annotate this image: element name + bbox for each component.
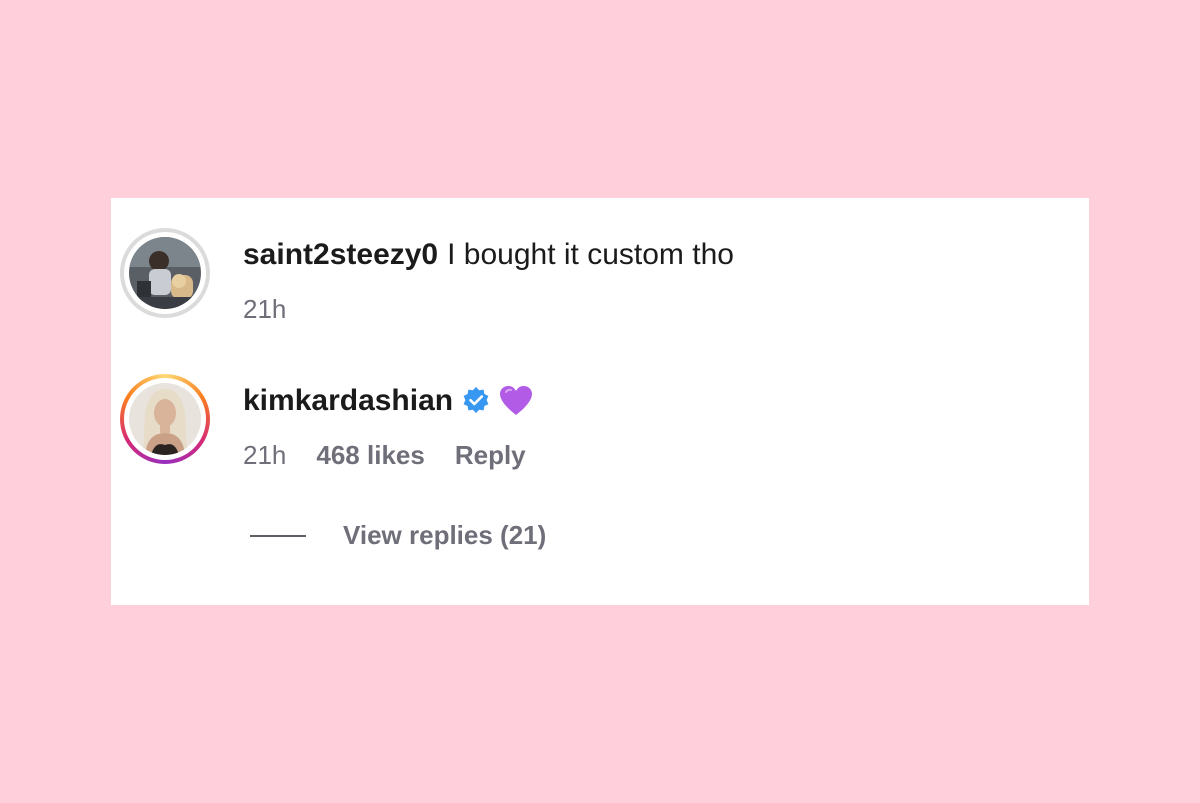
likes-count[interactable]: 468 likes bbox=[316, 440, 424, 471]
divider-line bbox=[250, 534, 306, 537]
profile-photo-icon bbox=[129, 383, 201, 455]
comment-username[interactable]: kimkardashian bbox=[243, 384, 453, 418]
profile-photo-icon bbox=[129, 237, 201, 309]
comment-text: I bought it custom tho bbox=[447, 238, 734, 271]
view-replies-button[interactable]: View replies (21) bbox=[250, 520, 546, 551]
comments-card: saint2steezy0 I bought it custom tho 21h bbox=[111, 198, 1089, 605]
avatar[interactable] bbox=[120, 374, 210, 464]
avatar[interactable] bbox=[120, 228, 210, 318]
comment-timestamp[interactable]: 21h bbox=[243, 440, 286, 471]
comment-username[interactable]: saint2steezy0 bbox=[243, 238, 438, 272]
verified-badge-icon bbox=[461, 386, 491, 416]
comment-timestamp[interactable]: 21h bbox=[243, 294, 286, 325]
purple-heart-icon bbox=[499, 385, 533, 417]
reply-button[interactable]: Reply bbox=[455, 440, 526, 471]
view-replies-label: View replies (21) bbox=[343, 520, 547, 550]
